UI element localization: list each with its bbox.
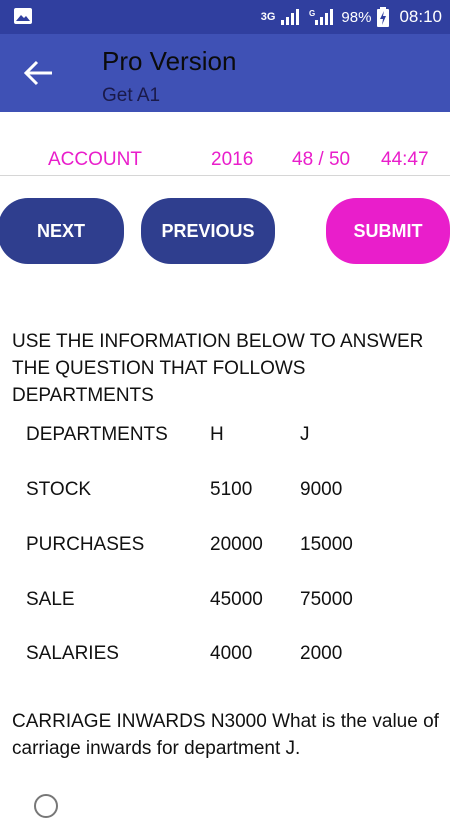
- question-progress: 48 / 50: [292, 149, 351, 170]
- subject-label: ACCOUNT: [48, 149, 142, 170]
- status-indicators: 3G G 98% 08:10: [261, 0, 442, 34]
- app-bar: Pro Version Get A1: [0, 34, 450, 112]
- back-arrow-icon[interactable]: [22, 58, 56, 88]
- table-cell: SALE: [26, 589, 75, 610]
- signal-icon: [281, 9, 300, 25]
- table-cell: 4000: [210, 643, 253, 664]
- table-cell: PURCHASES: [26, 534, 145, 555]
- timer: 44:47: [381, 149, 429, 170]
- clock: 08:10: [399, 7, 442, 26]
- gallery-icon: [14, 8, 32, 24]
- table-cell: H: [210, 424, 224, 445]
- network-type: 3G: [260, 11, 276, 23]
- answer-option-radio[interactable]: [34, 794, 58, 818]
- table-cell: DEPARTMENTS: [26, 424, 168, 445]
- signal-icon-2: G: [309, 9, 334, 25]
- quiz-info-row: ACCOUNT 2016 48 / 50 44:47: [0, 145, 450, 176]
- next-button[interactable]: NEXT: [0, 198, 124, 264]
- svg-text:G: G: [309, 9, 315, 18]
- table-cell: 9000: [300, 479, 343, 500]
- battery-charging-icon: [377, 7, 390, 27]
- submit-button[interactable]: SUBMIT: [326, 198, 450, 264]
- table-cell: 75000: [300, 589, 353, 610]
- page-subtitle: Get A1: [102, 85, 161, 106]
- question-intro: USE THE INFORMATION BELOW TO ANSWER THE …: [12, 331, 424, 406]
- previous-button[interactable]: PREVIOUS: [141, 198, 275, 264]
- table-cell: SALARIES: [26, 643, 119, 664]
- question-text: CARRIAGE INWARDS N3000 What is the value…: [12, 711, 439, 759]
- table-cell: 5100: [210, 479, 253, 500]
- table-cell: 15000: [300, 534, 353, 555]
- table-cell: 2000: [300, 643, 343, 664]
- table-cell: J: [300, 424, 310, 445]
- table-cell: 20000: [210, 534, 263, 555]
- battery-percent: 98%: [341, 8, 372, 26]
- table-cell: 45000: [210, 589, 263, 610]
- page-title: Pro Version: [102, 46, 237, 76]
- status-bar: 3G G 98% 08:10: [0, 0, 450, 34]
- table-cell: STOCK: [26, 479, 92, 500]
- year-label: 2016: [211, 149, 254, 170]
